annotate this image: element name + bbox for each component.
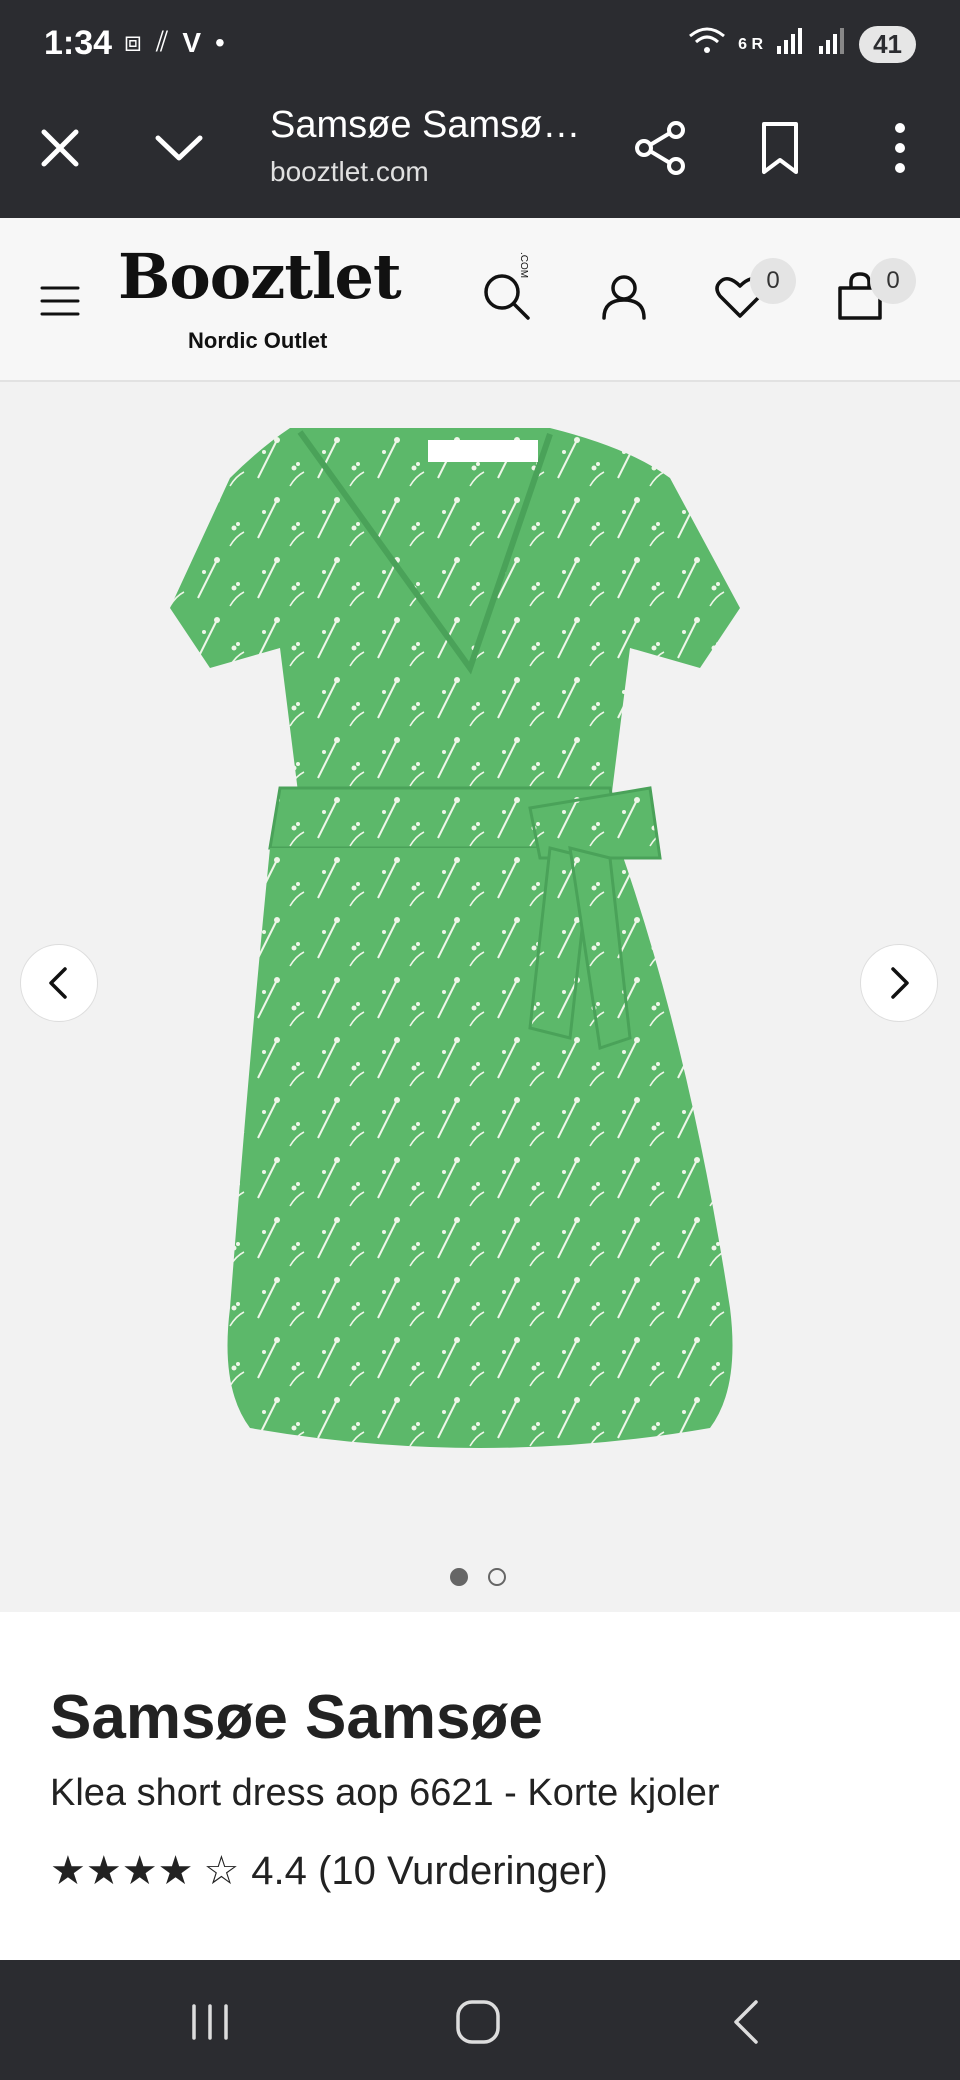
product-info: Samsøe Samsøe Klea short dress aop 6621 … [0, 1612, 960, 1960]
bookmark-icon[interactable] [758, 120, 802, 176]
pagination-dot-2[interactable] [488, 1568, 506, 1586]
system-nav-bar [0, 1960, 960, 2080]
product-rating[interactable]: ★★★★ ☆ 4.4 (10 Vurderinger) [50, 1848, 608, 1894]
home-icon[interactable] [448, 1992, 508, 2052]
dot-icon: • [215, 26, 225, 58]
chevron-left-icon [49, 967, 67, 999]
status-icons-right: 6 R 41 [688, 26, 916, 63]
cart-count-badge: 0 [870, 258, 916, 304]
share-icon[interactable] [632, 118, 688, 178]
star-full-icons: ★★★★ [50, 1849, 194, 1893]
recent-apps-icon[interactable] [180, 1992, 240, 2052]
gallery-pagination [450, 1568, 506, 1586]
rating-stars: ★★★★ ☆ [50, 1848, 239, 1894]
page-url: booztlet.com [270, 156, 429, 187]
site-logo[interactable]: Booztlet .COM Nordic Outlet [118, 240, 529, 353]
page-title: Samsøe Samsø… [270, 104, 581, 146]
status-bar: 1:34 ⧈ ⫽ V • 6 R 41 [0, 0, 960, 90]
signal-dash-icon: ⫽ [155, 26, 169, 57]
pagination-dot-1[interactable] [450, 1568, 468, 1586]
logo-tagline: Nordic Outlet [188, 328, 328, 353]
close-icon[interactable] [36, 124, 84, 172]
wishlist-count-badge: 0 [750, 258, 796, 304]
status-icons-left: ⧈ ⫽ V • [124, 26, 225, 59]
battery-indicator: 41 [859, 26, 916, 63]
screenshot-icon: ⧈ [124, 26, 142, 57]
chevron-right-icon [891, 967, 909, 999]
product-name: Klea short dress aop 6621 - Korte kjoler [50, 1772, 720, 1814]
gallery-prev-button[interactable] [20, 944, 98, 1022]
signal-icon-2 [817, 26, 847, 63]
signal-icon [775, 26, 805, 63]
product-brand[interactable]: Samsøe Samsøe [50, 1682, 543, 1753]
star-empty-icon: ☆ [203, 1849, 240, 1893]
product-image[interactable] [130, 428, 830, 1548]
wifi-icon [688, 26, 726, 63]
v-icon: V [182, 26, 201, 58]
gallery-next-button[interactable] [860, 944, 938, 1022]
product-gallery[interactable] [0, 382, 960, 1612]
menu-icon[interactable] [40, 284, 80, 318]
more-options-icon[interactable] [880, 120, 920, 176]
logo-text: Booztlet [118, 240, 402, 313]
site-header: Booztlet .COM Nordic Outlet 0 0 [0, 218, 960, 382]
account-icon[interactable] [596, 268, 652, 324]
status-time: 1:34 [44, 24, 113, 62]
chevron-down-icon[interactable] [152, 124, 206, 172]
signal-label: 6 R [738, 35, 764, 53]
search-icon[interactable] [478, 268, 534, 324]
back-icon[interactable] [718, 1992, 778, 2052]
browser-toolbar: Samsøe Samsø… booztlet.com [0, 90, 960, 218]
rating-text: 4.4 (10 Vurderinger) [251, 1848, 608, 1893]
